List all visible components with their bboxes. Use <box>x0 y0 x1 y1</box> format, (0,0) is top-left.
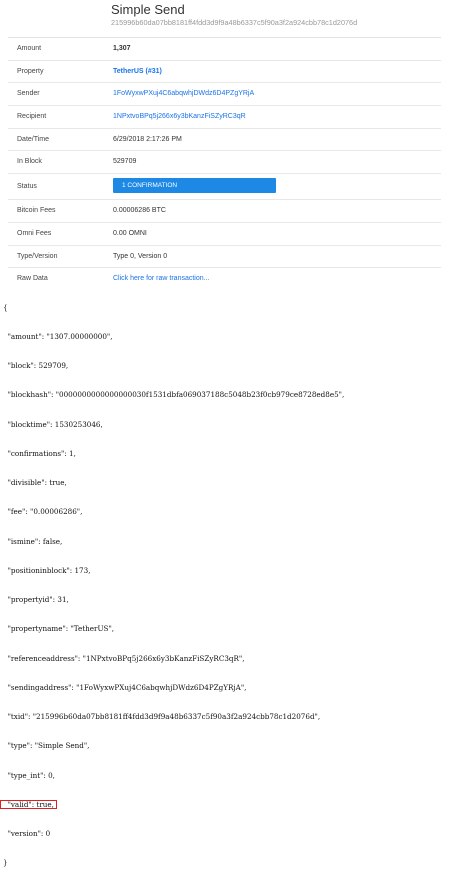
datetime-value: 6/29/2018 2:17:26 PM <box>113 135 182 143</box>
json-line: "propertyid": 31, <box>3 595 69 604</box>
recipient-label: Recipient <box>17 113 47 121</box>
sender-address-link[interactable]: 1FoWyxwPXuj4C6abqwhjDWdz6D4PZgYRjA <box>113 90 254 97</box>
json-line: "block": 529709, <box>3 361 69 370</box>
property-label: Property <box>17 67 44 75</box>
json-line: "type": "Simple Send", <box>3 741 90 751</box>
transaction-details-table: Amount 1,307 Property TetherUS (#31) Sen… <box>8 37 441 290</box>
type-version-value: Type 0, Version 0 <box>113 252 168 260</box>
amount-value: 1,307 <box>113 45 131 52</box>
transaction-hash: 215996b60da07bb8181ff4fdd3d9f9a48b6337c5… <box>111 18 358 27</box>
status-label: Status <box>17 183 37 191</box>
detail-row-block: In Block 529709 <box>8 151 441 175</box>
json-line: "referenceaddress": "1NPxtvoBPq5j266x6y3… <box>3 653 245 663</box>
json-line: "version": 0 <box>3 829 51 838</box>
valid-highlight-box: "valid": true, <box>0 799 57 810</box>
json-line: "fee": "0.00006286", <box>3 507 83 517</box>
detail-row-sender: Sender 1FoWyxwPXuj4C6abqwhjDWdz6D4PZgYRj… <box>8 83 441 107</box>
detail-row-omni-fees: Omni Fees 0.00 OMNI <box>8 223 441 246</box>
raw-data-label: Raw Data <box>17 275 48 283</box>
transaction-header: Simple Send 215996b60da07bb8181ff4fdd3d9… <box>0 0 449 38</box>
json-line-valid-highlighted: "valid": true, <box>0 799 443 810</box>
json-line: "ismine": false, <box>3 536 63 546</box>
sender-label: Sender <box>17 90 40 98</box>
json-line: "blockhash": "0000000000000000030f1531db… <box>3 390 345 400</box>
json-line: "txid": "215996b60da07bb8181ff4fdd3d9f9a… <box>3 712 321 721</box>
json-line: "confirmations": 1, <box>3 448 76 458</box>
detail-row-type-version: Type/Version Type 0, Version 0 <box>8 246 441 269</box>
datetime-label: Date/Time <box>17 135 50 143</box>
raw-transaction-link[interactable]: Click here for raw transaction... <box>113 275 209 282</box>
detail-row-datetime: Date/Time 6/29/2018 2:17:26 PM <box>8 129 441 152</box>
json-line: "positioninblock": 173, <box>3 565 91 575</box>
detail-row-recipient: Recipient 1NPxtvoBPq5j266x6y3bKanzFiSZyR… <box>8 106 441 129</box>
json-line: "amount": "1307.00000000", <box>3 331 113 341</box>
status-badge: 1 CONFIRMATION <box>113 178 276 194</box>
json-line: } <box>3 858 8 868</box>
amount-label: Amount <box>17 45 42 52</box>
omni-fees-label: Omni Fees <box>17 229 52 237</box>
page-title: Simple Send <box>111 2 185 17</box>
detail-row-amount: Amount 1,307 <box>8 38 441 61</box>
omni-fees-value: 0.00 OMNI <box>113 229 147 237</box>
bitcoin-fees-value: 0.00006286 BTC <box>113 207 166 215</box>
type-version-label: Type/Version <box>17 252 58 260</box>
json-line: "divisible": true, <box>3 478 67 487</box>
bitcoin-fees-label: Bitcoin Fees <box>17 207 56 215</box>
json-line: "blocktime": 1530253046, <box>3 419 103 429</box>
json-line: "propertyname": "TetherUS", <box>3 624 115 634</box>
recipient-address-link[interactable]: 1NPxtvoBPq5j266x6y3bKanzFiSZyRC3qR <box>113 113 246 120</box>
detail-row-bitcoin-fees: Bitcoin Fees 0.00006286 BTC <box>8 200 441 223</box>
json-line: { <box>3 302 8 312</box>
json-line: "sendingaddress": "1FoWyxwPXuj4C6abqwhjD… <box>3 682 247 692</box>
detail-row-status: Status 1 CONFIRMATION <box>8 174 441 201</box>
block-value: 529709 <box>113 158 137 166</box>
property-link[interactable]: TetherUS (#31) <box>113 68 162 75</box>
detail-row-property: Property TetherUS (#31) <box>8 61 441 84</box>
block-label: In Block <box>17 158 42 166</box>
json-line: "type_int": 0, <box>3 770 55 780</box>
raw-json-output: { "amount": "1307.00000000", "block": 52… <box>0 283 443 878</box>
